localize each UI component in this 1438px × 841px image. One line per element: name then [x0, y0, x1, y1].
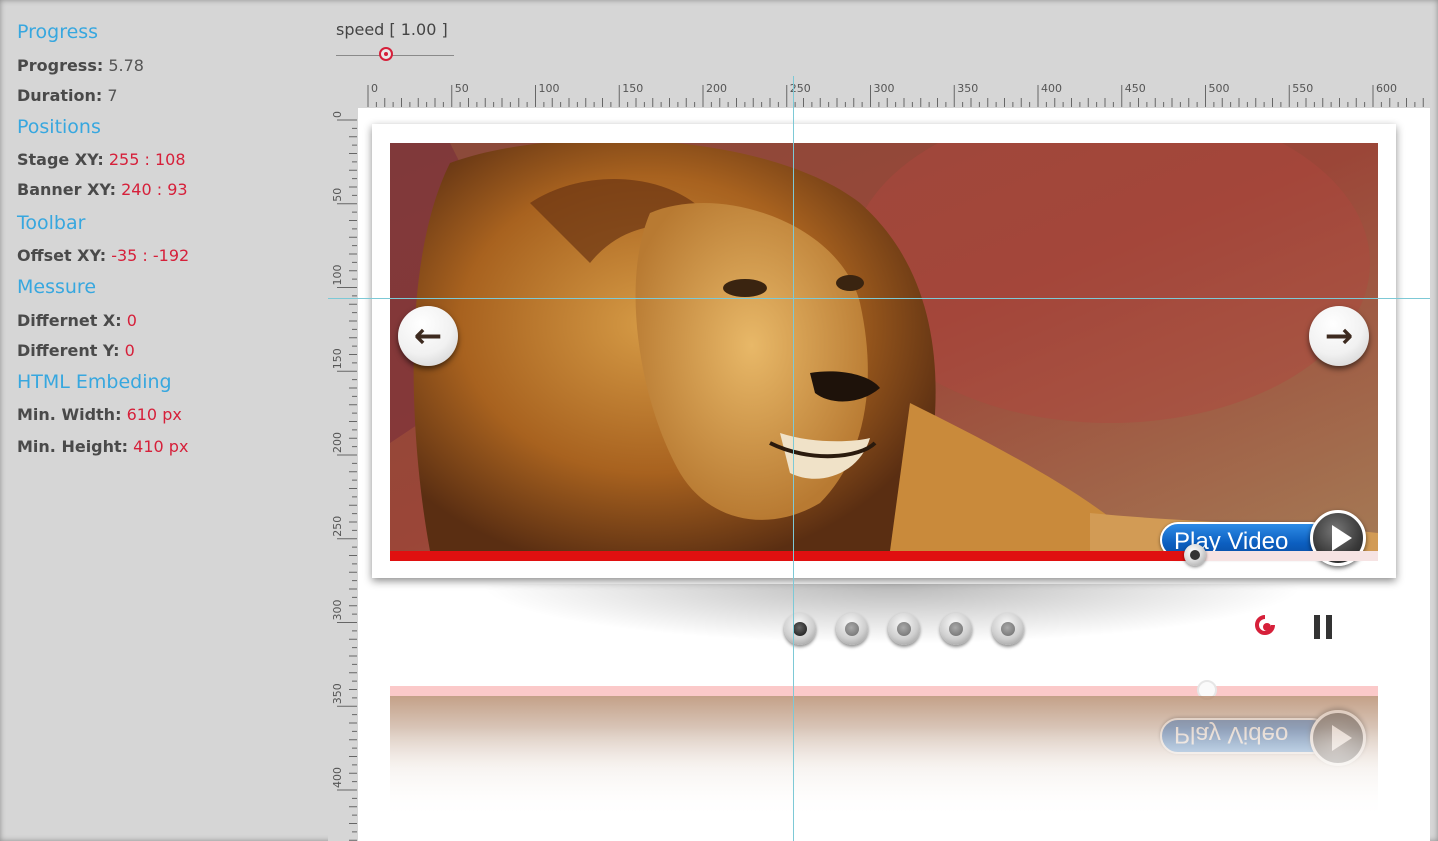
speed-slider-handle[interactable]: [379, 47, 393, 61]
lion-photo: [390, 143, 1378, 551]
duration-label: Duration:: [17, 86, 103, 105]
ruler-tick-label: 550: [1292, 82, 1313, 95]
replay-icon[interactable]: [1253, 613, 1277, 637]
ruler-tick-label: 100: [331, 265, 344, 286]
reflection-card: Play Video: [372, 668, 1396, 841]
reflection-fade: [372, 728, 1396, 841]
speed-slider-track[interactable]: [336, 55, 454, 56]
section-title-html-embeding: HTML Embeding: [17, 371, 172, 393]
diff-x-label: Differnet X:: [17, 311, 122, 330]
section-title-toolbar: Toolbar: [17, 212, 86, 234]
banner-xy-row: Banner XY: 240 : 93: [17, 180, 188, 199]
ruler-tick-label: 50: [331, 188, 344, 202]
banner-progress-handle[interactable]: [1184, 544, 1207, 566]
previous-slide-button[interactable]: ←: [398, 306, 458, 366]
ruler-tick-label: 250: [331, 516, 344, 537]
ruler-tick-label: 350: [331, 683, 344, 704]
slide-pagination: [784, 613, 1024, 645]
horizontal-ruler-ticks: 0 50 100 150 200 250 300 350 400 450 500 550 600: [367, 82, 1424, 107]
app-frame: Progress Progress: 5.78 Duration: 7 Posi…: [0, 0, 1438, 841]
section-title-positions: Positions: [17, 116, 101, 138]
min-height-label: Min. Height:: [17, 437, 129, 456]
vertical-ruler-ticks: 0 50 100 150 200 250 300 350 400: [331, 111, 357, 841]
ruler-tick-label: 200: [706, 82, 727, 95]
stage-xy-row: Stage XY: 255 : 108: [17, 150, 186, 169]
slide-dot-4[interactable]: [940, 613, 972, 645]
ruler-tick-label: 150: [331, 348, 344, 369]
banner-xy-label: Banner XY:: [17, 180, 117, 199]
min-height-row: Min. Height: 410 px: [17, 437, 188, 456]
min-height-value: 410 px: [133, 437, 189, 456]
stage-xy-value: 255 : 108: [108, 150, 186, 169]
pause-icon-bar-left: [1314, 615, 1320, 639]
duration-value: 7: [107, 86, 118, 105]
pause-icon-bar-right: [1326, 615, 1332, 639]
ruler-tick-label: 450: [1125, 82, 1146, 95]
diff-y-label: Different Y:: [17, 341, 120, 360]
slide-dot-2[interactable]: [836, 613, 868, 645]
pause-button[interactable]: [1314, 615, 1336, 639]
progress-value: 5.78: [108, 56, 144, 75]
stage: ← → Play Video: [358, 108, 1430, 841]
banner-xy-value: 240 : 93: [121, 180, 188, 199]
arrow-right-icon: →: [1324, 316, 1354, 356]
duration-row: Duration: 7: [17, 86, 118, 105]
next-slide-button[interactable]: →: [1309, 306, 1369, 366]
ruler-tick-label: 0: [371, 82, 378, 95]
vertical-ruler[interactable]: 0 50 100 150 200 250 300 350 400: [328, 108, 359, 841]
speed-label: speed [ 1.00 ]: [336, 20, 448, 39]
ruler-tick-label: 300: [874, 82, 895, 95]
ruler-tick-label: 300: [331, 600, 344, 621]
ruler-tick-label: 0: [331, 111, 344, 118]
offset-xy-label: Offset XY:: [17, 246, 107, 265]
ruler-tick-label: 400: [331, 767, 344, 788]
diff-y-row: Different Y: 0: [17, 341, 135, 360]
diff-x-row: Differnet X: 0: [17, 311, 137, 330]
slide-dot-3[interactable]: [888, 613, 920, 645]
stage-xy-label: Stage XY:: [17, 150, 104, 169]
arrow-left-icon: ←: [413, 316, 443, 356]
banner-reflection: Play Video: [372, 668, 1396, 841]
ruler-tick-label: 600: [1376, 82, 1397, 95]
diff-y-value: 0: [124, 341, 135, 360]
offset-xy-value: -35 : -192: [111, 246, 190, 265]
ruler-tick-label: 400: [1041, 82, 1062, 95]
section-title-messure: Messure: [17, 276, 97, 298]
slide-dot-5[interactable]: [992, 613, 1024, 645]
horizontal-guide-line[interactable]: [328, 298, 1430, 299]
reflection-progress-bar: [390, 686, 1378, 696]
vertical-guide-line[interactable]: [793, 76, 794, 841]
offset-xy-row: Offset XY: -35 : -192: [17, 246, 189, 265]
progress-label: Progress:: [17, 56, 104, 75]
horizontal-ruler[interactable]: 0 50 100 150 200 250 300 350 400 450 500 550 600: [358, 76, 1430, 109]
banner: ← → Play Video: [372, 124, 1396, 578]
ruler-tick-label: 100: [539, 82, 560, 95]
ruler-tick-label: 500: [1209, 82, 1230, 95]
banner-slide-image[interactable]: [390, 143, 1378, 551]
ruler-tick-label: 50: [455, 82, 469, 95]
diff-x-value: 0: [126, 311, 137, 330]
slide-dot-1[interactable]: [784, 613, 816, 645]
min-width-row: Min. Width: 610 px: [17, 405, 182, 424]
min-width-value: 610 px: [126, 405, 182, 424]
min-width-label: Min. Width:: [17, 405, 122, 424]
ruler-tick-label: 200: [331, 432, 344, 453]
ruler-tick-label: 350: [957, 82, 978, 95]
ruler-tick-label: 150: [622, 82, 643, 95]
banner-progress-bar[interactable]: [390, 544, 1378, 566]
progress-row: Progress: 5.78: [17, 56, 144, 75]
section-title-progress: Progress: [17, 21, 99, 43]
